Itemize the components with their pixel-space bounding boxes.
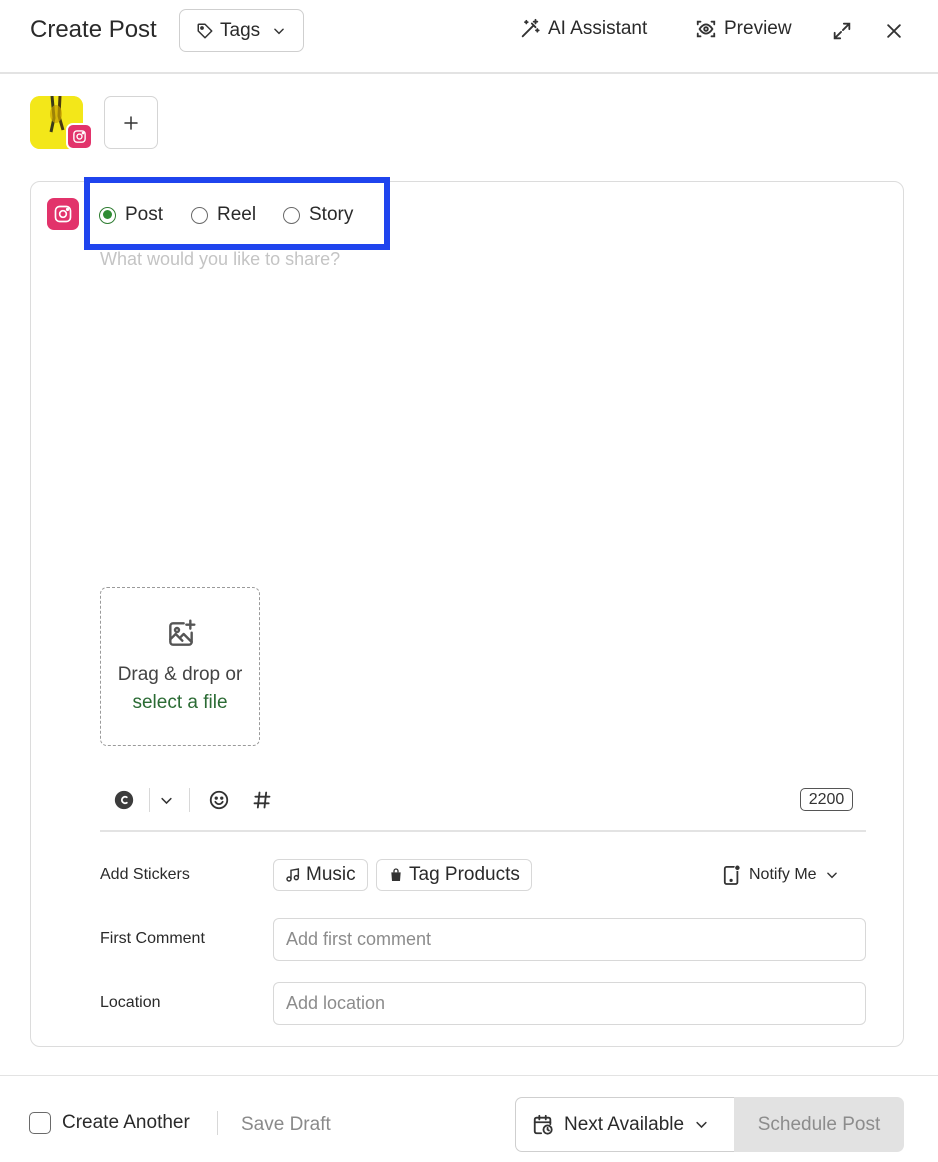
post-type-label: Reel (217, 204, 257, 225)
character-counter: 2200 (800, 788, 853, 811)
phone-notification-icon (723, 864, 741, 885)
content-library-dropdown[interactable] (155, 787, 177, 813)
hashtag-button[interactable] (250, 787, 274, 813)
toolbar-divider (149, 788, 150, 812)
tags-button[interactable]: Tags (179, 9, 304, 52)
tags-label: Tags (220, 19, 261, 41)
expand-button[interactable] (829, 18, 855, 44)
close-button[interactable] (881, 18, 907, 44)
network-icon (47, 198, 79, 230)
expand-icon (833, 22, 851, 40)
dropzone-text: Drag & drop or (117, 664, 243, 685)
first-comment-field[interactable] (273, 918, 866, 961)
next-available-dropdown[interactable]: Next Available (515, 1097, 735, 1152)
create-another-checkbox[interactable] (29, 1112, 51, 1134)
hashtag-icon (253, 791, 271, 809)
notify-me-dropdown[interactable]: Notify Me (723, 864, 839, 886)
add-stickers-label: Add Stickers (100, 866, 190, 883)
calendar-clock-icon (533, 1114, 553, 1135)
footer-separator (217, 1111, 218, 1135)
instagram-icon (54, 205, 72, 223)
preview-button[interactable]: Preview (695, 18, 792, 40)
chevron-down-icon (826, 872, 837, 879)
location-input[interactable] (274, 983, 865, 1024)
header: Create Post Tags AI Assistant Preview (0, 0, 938, 74)
chevron-down-icon (274, 28, 284, 34)
add-image-icon (169, 619, 196, 646)
first-comment-input[interactable] (274, 919, 865, 960)
first-comment-label: First Comment (100, 930, 205, 947)
add-account-button[interactable] (104, 96, 158, 149)
radio-reel[interactable] (191, 206, 208, 224)
preview-label: Preview (724, 18, 792, 39)
notify-me-label: Notify Me (749, 866, 817, 883)
create-another-label: Create Another (62, 1112, 190, 1133)
caption-input[interactable]: What would you like to share? (100, 249, 340, 270)
music-icon (286, 868, 300, 882)
media-dropzone[interactable]: Drag & drop or select a file (100, 587, 260, 746)
chevron-down-icon (696, 1121, 707, 1129)
schedule-post-button[interactable]: Schedule Post (734, 1097, 904, 1152)
content-library-icon (114, 790, 134, 810)
footer-divider (0, 1075, 938, 1076)
close-icon (887, 24, 901, 38)
preview-eye-icon (696, 20, 716, 38)
plus-icon (124, 115, 138, 130)
tag-products-button[interactable]: Tag Products (376, 859, 532, 891)
save-draft-button[interactable]: Save Draft (241, 1114, 331, 1136)
post-type-label: Post (125, 204, 164, 225)
post-type-story[interactable]: Story (283, 204, 353, 226)
radio-post[interactable] (99, 206, 116, 224)
tag-icon (197, 23, 213, 38)
page-title: Create Post (30, 16, 157, 43)
post-type-post[interactable]: Post (99, 204, 163, 226)
shopping-bag-icon (391, 868, 401, 881)
location-field[interactable] (273, 982, 866, 1025)
instagram-icon (73, 130, 86, 143)
music-button[interactable]: Music (273, 859, 368, 891)
select-file-link[interactable]: select a file (101, 689, 259, 717)
post-type-reel[interactable]: Reel (191, 204, 256, 226)
magic-wand-icon (521, 18, 540, 38)
emoji-icon (209, 790, 229, 810)
composer-divider (100, 830, 866, 832)
radio-story[interactable] (283, 206, 300, 224)
content-library-button[interactable] (112, 787, 136, 813)
instagram-badge (66, 123, 93, 150)
next-available-label: Next Available (564, 1113, 685, 1135)
post-type-label: Story (309, 204, 354, 225)
music-label: Music (306, 864, 356, 885)
location-label: Location (100, 994, 161, 1011)
toolbar-divider (189, 788, 190, 812)
ai-assistant-button[interactable]: AI Assistant (519, 18, 647, 40)
create-another-toggle[interactable]: Create Another (29, 1112, 190, 1134)
emoji-button[interactable] (207, 787, 231, 813)
chevron-down-icon (160, 797, 172, 804)
tag-products-label: Tag Products (409, 864, 520, 885)
ai-assistant-label: AI Assistant (548, 18, 648, 39)
